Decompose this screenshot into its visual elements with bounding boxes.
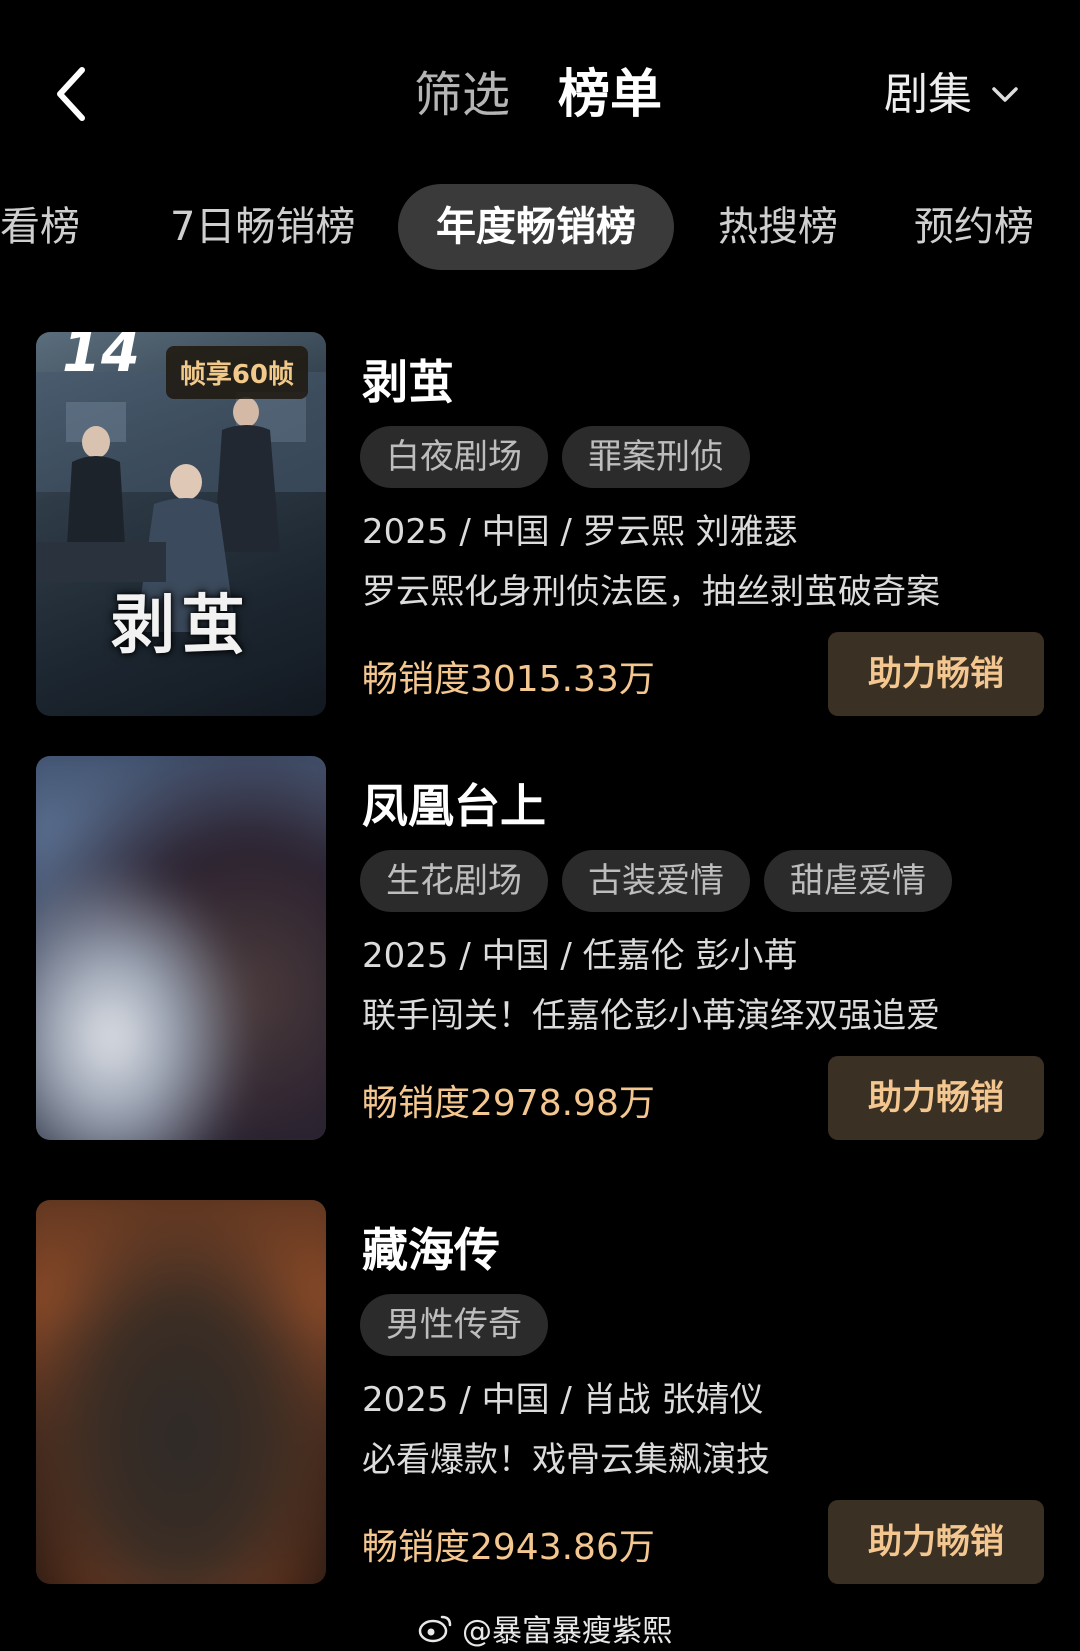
ranking-page: 筛选 榜单 剧集 必看榜 7日畅销榜 年度畅销榜 热搜榜 预约榜 — [0, 0, 1080, 1651]
poster-title: 剥茧 — [111, 589, 251, 663]
blurred-poster — [36, 756, 326, 1140]
tab-filter[interactable]: 筛选 — [414, 60, 510, 130]
tab-hot-search[interactable]: 热搜榜 — [718, 184, 838, 270]
drama-description: 联手闯关！任嘉伦彭小苒演绎双强追爱 — [362, 996, 940, 1036]
poster-image[interactable] — [36, 756, 326, 1140]
drama-title[interactable]: 凤凰台上 — [362, 776, 546, 836]
tab-reservation[interactable]: 预约榜 — [914, 184, 1034, 270]
list-item[interactable]: 藏海传 男性传奇 2025 / 中国 / 肖战 张婧仪 必看爆款！戏骨云集飙演技… — [0, 1200, 1080, 1600]
drama-meta: 2025 / 中国 / 肖战 张婧仪 — [362, 1380, 764, 1420]
drama-description: 必看爆款！戏骨云集飙演技 — [362, 1440, 770, 1480]
back-arrow-icon[interactable] — [48, 64, 98, 124]
sales-score: 畅销度2943.86万 — [362, 1527, 655, 1568]
tag[interactable]: 古装爱情 — [562, 850, 750, 912]
list-item[interactable]: 14 帧享60帧 剥茧 剥茧 白夜剧场 罪案刑侦 2025 / 中国 / 罗云熙… — [0, 332, 1080, 732]
tab-annual-bestseller[interactable]: 年度畅销榜 — [398, 184, 674, 270]
drama-meta: 2025 / 中国 / 任嘉伦 彭小苒 — [362, 936, 798, 976]
boost-sales-button[interactable]: 助力畅销 — [828, 632, 1044, 716]
poster-image[interactable]: 14 帧享60帧 剥茧 — [36, 332, 326, 716]
tag-list: 生花剧场 古装爱情 甜虐爱情 — [360, 850, 966, 912]
tab-7day-bestseller[interactable]: 7日畅销榜 — [170, 184, 355, 270]
chevron-down-icon — [992, 87, 1018, 102]
tab-ranking[interactable]: 榜单 — [558, 60, 662, 130]
tag-list: 白夜剧场 罪案刑侦 — [360, 426, 764, 488]
boost-sales-button[interactable]: 助力畅销 — [828, 1500, 1044, 1584]
drama-meta: 2025 / 中国 / 罗云熙 刘雅瑟 — [362, 512, 798, 552]
drama-description: 罗云熙化身刑侦法医，抽丝剥茧破奇案 — [362, 572, 940, 612]
tag[interactable]: 白夜剧场 — [360, 426, 548, 488]
ranking-tab-bar: 必看榜 7日畅销榜 年度畅销榜 热搜榜 预约榜 — [0, 184, 1080, 270]
tag[interactable]: 甜虐爱情 — [764, 850, 952, 912]
watermark-text: @暴富暴瘦紫熙 — [462, 1614, 672, 1649]
drama-title[interactable]: 藏海传 — [362, 1220, 500, 1280]
boost-sales-button[interactable]: 助力畅销 — [828, 1056, 1044, 1140]
sales-score: 畅销度2978.98万 — [362, 1083, 655, 1124]
weibo-icon — [418, 1615, 452, 1643]
category-selector[interactable]: 剧集 — [884, 62, 1020, 128]
weibo-watermark: @暴富暴瘦紫熙 — [418, 1606, 672, 1650]
tag[interactable]: 男性传奇 — [360, 1294, 548, 1356]
drama-title[interactable]: 剥茧 — [362, 352, 454, 412]
tag[interactable]: 生花剧场 — [360, 850, 548, 912]
frame-badge: 帧享60帧 — [165, 346, 308, 399]
rank-number: 14 — [62, 332, 140, 385]
list-item[interactable]: 凤凰台上 生花剧场 古装爱情 甜虐爱情 2025 / 中国 / 任嘉伦 彭小苒 … — [0, 756, 1080, 1156]
tag[interactable]: 罪案刑侦 — [562, 426, 750, 488]
category-label: 剧集 — [884, 69, 972, 120]
tab-must-watch[interactable]: 必看榜 — [0, 184, 80, 270]
sales-score: 畅销度3015.33万 — [362, 659, 655, 700]
poster-image[interactable] — [36, 1200, 326, 1584]
blurred-poster — [36, 1200, 326, 1584]
tag-list: 男性传奇 — [360, 1294, 562, 1356]
